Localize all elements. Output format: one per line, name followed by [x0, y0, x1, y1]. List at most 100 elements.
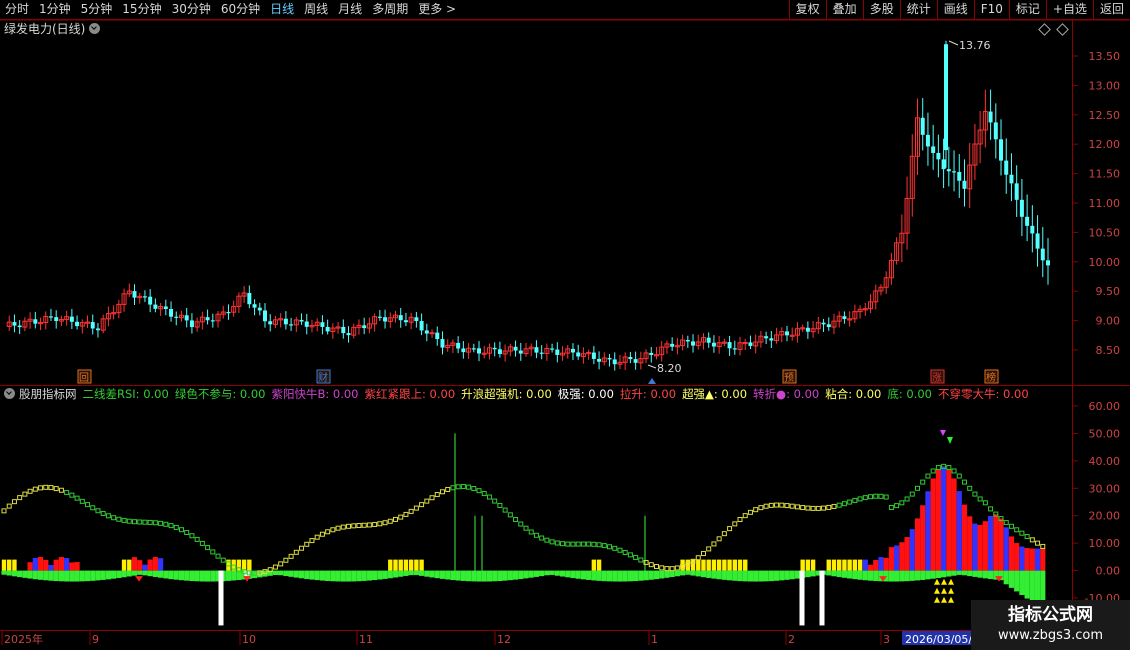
pos-bar	[737, 559, 743, 571]
low-pointer	[647, 364, 657, 369]
osc-mark	[304, 541, 310, 547]
tool-button-5[interactable]: F10	[973, 0, 1009, 19]
chevron-down-icon[interactable]	[4, 388, 15, 399]
tab-7[interactable]: 周线	[299, 0, 333, 19]
tab-2[interactable]: 5分钟	[76, 0, 118, 19]
candle-body	[513, 346, 518, 351]
candle-body	[628, 356, 633, 360]
candle-body	[753, 341, 759, 347]
osc-mark	[272, 564, 278, 570]
osc-mark	[836, 502, 842, 508]
candle-body	[1046, 260, 1050, 266]
neg-hist-bar	[805, 570, 811, 578]
osc-mark	[742, 513, 748, 519]
tab-3[interactable]: 15分钟	[117, 0, 166, 19]
neg-hist-bar	[1019, 570, 1025, 595]
tool-button-3[interactable]: 统计	[899, 0, 937, 19]
indicator-item: 不穿零大牛: 0.00	[938, 387, 1029, 401]
neg-hist-bar	[486, 570, 493, 582]
tool-button-8[interactable]: 返回	[1092, 0, 1130, 19]
diamond-icon[interactable]	[1056, 23, 1069, 36]
tab-6[interactable]: 日线	[265, 0, 299, 19]
neg-hist-bar	[377, 570, 383, 580]
osc-mark	[366, 522, 372, 528]
tab-10[interactable]: 更多 >	[413, 0, 461, 19]
tab-4[interactable]: 30分钟	[167, 0, 216, 19]
date-label: 1	[651, 633, 658, 646]
candle-body	[612, 359, 617, 365]
neg-hist-bar	[810, 570, 816, 577]
osc-mark	[252, 570, 258, 576]
chevron-down-icon[interactable]	[89, 23, 101, 34]
diamond-icon[interactable]	[1038, 23, 1051, 36]
osc-mark	[189, 533, 195, 539]
neg-hist-bar	[309, 570, 315, 580]
neg-hist-bar	[726, 570, 733, 581]
neg-hist-bar	[700, 570, 707, 578]
candle-body	[721, 341, 727, 344]
neg-hist-bar	[1003, 570, 1009, 585]
tool-button-1[interactable]: 叠加	[825, 0, 863, 19]
candle-body	[325, 326, 330, 332]
tool-button-7[interactable]: +自选	[1045, 0, 1093, 19]
candle-body	[293, 319, 299, 326]
osc-mark	[288, 553, 294, 559]
tab-9[interactable]: 多周期	[367, 0, 413, 19]
tool-button-4[interactable]: 画线	[936, 0, 974, 19]
candle-body	[12, 322, 17, 326]
neg-hist-bar	[241, 570, 247, 580]
pos-bar	[1024, 548, 1030, 571]
candle-body	[732, 348, 737, 350]
osc-mark	[1019, 530, 1025, 536]
neg-hist-bar	[1029, 570, 1035, 603]
osc-mark	[612, 545, 618, 551]
candle-body	[372, 316, 378, 325]
neg-hist-bar	[43, 570, 49, 581]
neg-hist-bar	[648, 570, 654, 580]
osc-mark	[763, 503, 769, 509]
neg-hist-bar	[126, 570, 132, 577]
candle-body	[810, 328, 816, 333]
pos-bar	[888, 547, 894, 571]
yellow-triangle-icon	[948, 587, 954, 594]
pos-bar	[847, 559, 852, 571]
pos-bar	[596, 559, 602, 571]
osc-mark	[857, 496, 863, 502]
osc-mark	[732, 521, 738, 527]
candle-body	[272, 319, 278, 325]
osc-mark	[377, 521, 383, 527]
neg-hist-bar	[909, 570, 915, 581]
neg-hist-bar	[565, 570, 571, 578]
tool-button-2[interactable]: 多股	[862, 0, 900, 19]
candle-body	[946, 169, 951, 172]
candle-body	[210, 320, 215, 322]
tool-button-0[interactable]: 复权	[788, 0, 826, 19]
neg-hist-bar	[476, 570, 482, 582]
pos-bar	[852, 559, 858, 571]
neg-hist-bar	[178, 570, 185, 581]
pos-bar	[12, 559, 17, 571]
indicator-title[interactable]: 股朋指标网 二线差RSI: 0.00 绿色不参与: 0.00 紫阳快牛B: 0.00 紫…	[4, 387, 1035, 401]
tab-8[interactable]: 月线	[333, 0, 367, 19]
candle-body	[580, 353, 586, 357]
candle-body	[967, 164, 973, 190]
tab-1[interactable]: 1分钟	[34, 0, 76, 19]
tab-0[interactable]: 分时	[0, 0, 34, 19]
neg-hist-bar	[497, 570, 503, 581]
tool-button-6[interactable]: 标记	[1008, 0, 1046, 19]
osc-mark	[466, 484, 472, 490]
osc-mark	[43, 484, 49, 490]
candle-body	[601, 357, 607, 363]
neg-hist-bar	[857, 570, 863, 580]
osc-mark	[758, 505, 764, 511]
pos-bar	[1014, 543, 1020, 571]
red-triangle-icon	[243, 576, 251, 582]
neg-hist-bar	[455, 570, 461, 581]
event-marker-label: 涨	[932, 372, 942, 384]
neg-hist-bar	[257, 570, 263, 578]
tab-5[interactable]: 60分钟	[216, 0, 265, 19]
chart-canvas[interactable]: 13.5013.0012.5012.0011.5011.0010.5010.00…	[0, 0, 1130, 650]
indicator-name: 股朋指标网	[19, 387, 77, 401]
kline-title[interactable]: 绿发电力(日线)	[4, 21, 101, 37]
pos-bar	[419, 559, 424, 571]
